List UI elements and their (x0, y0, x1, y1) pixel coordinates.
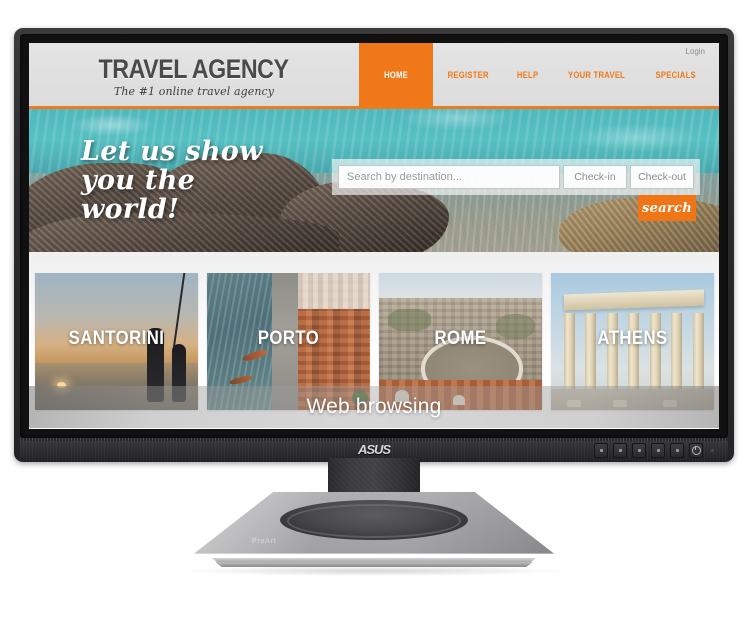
asus-logo: ASUS (357, 442, 391, 457)
destination-label-porto: PORTO (257, 328, 319, 349)
brand-tagline: The #1 online travel agency (113, 84, 275, 98)
stand-pivot-ring (287, 504, 461, 538)
search-button[interactable]: search (638, 195, 696, 221)
athens-column (692, 312, 704, 393)
athens-column (649, 312, 661, 393)
destination-label-santorini: SANTORINI (68, 328, 164, 349)
up-button[interactable] (613, 443, 627, 458)
athens-column (563, 312, 575, 393)
main-navigation: Login HOME REGISTER HELP YOUR TRAVEL SPE… (359, 43, 719, 106)
nav-item-home-label: HOME (384, 69, 408, 80)
nav-item-your-travel-label: YOUR TRAVEL (567, 69, 625, 80)
athens-colonnade (563, 312, 704, 393)
search-widget: Search by destination... Check-in Check-… (332, 159, 700, 221)
nav-item-home[interactable]: HOME (359, 43, 433, 106)
hero-headline-line2: you the world! (81, 165, 196, 226)
nav-items-group: REGISTER HELP YOUR TRAVEL SPECIALS (433, 43, 719, 106)
brand-title: TRAVEL AGENCY (98, 53, 290, 84)
close-icon (675, 449, 679, 452)
nav-item-help[interactable]: HELP (509, 43, 546, 106)
input-button[interactable] (651, 443, 665, 458)
down-icon (637, 449, 641, 452)
athens-column (585, 312, 597, 393)
hero-banner: Let us show you the world! Search by des… (29, 109, 719, 252)
screenshot-stage: TRAVEL AGENCY The #1 online travel agenc… (0, 0, 748, 618)
power-button[interactable] (689, 443, 703, 458)
up-icon (618, 449, 622, 452)
down-button[interactable] (632, 443, 646, 458)
search-input[interactable]: Search by destination... (338, 165, 560, 189)
destination-label-athens: ATHENS (596, 328, 668, 349)
nav-item-specials-label: SPECIALS (655, 69, 697, 80)
checkout-field[interactable]: Check-out (630, 165, 694, 189)
hero-headline: Let us show you the world! (81, 136, 301, 226)
web-browsing-overlay: Web browsing (29, 386, 719, 428)
power-icon (691, 446, 701, 455)
athens-column (671, 312, 683, 393)
nav-item-register[interactable]: REGISTER (438, 43, 498, 106)
close-button[interactable] (670, 443, 684, 458)
checkin-field[interactable]: Check-in (563, 165, 627, 189)
athens-column (606, 312, 618, 393)
hero-headline-line1: Let us show (81, 136, 263, 167)
destination-label-rome: ROME (434, 328, 486, 349)
floor-shadow (184, 566, 564, 576)
proart-label: ProArt (252, 538, 277, 545)
site-brand[interactable]: TRAVEL AGENCY The #1 online travel agenc… (29, 43, 359, 106)
input-icon (656, 449, 660, 452)
web-browsing-label: Web browsing (306, 395, 442, 418)
monitor-screen: TRAVEL AGENCY The #1 online travel agenc… (29, 43, 719, 429)
osd-button-group (594, 443, 714, 458)
login-link[interactable]: Login (685, 47, 705, 56)
nav-item-register-label: REGISTER (447, 69, 489, 80)
nav-item-help-label: HELP (516, 69, 539, 80)
athens-column (628, 312, 640, 393)
porto-awnings (297, 273, 370, 309)
monitor-bezel: TRAVEL AGENCY The #1 online travel agenc… (20, 34, 728, 438)
power-led-indicator (711, 449, 714, 452)
site-header: TRAVEL AGENCY The #1 online travel agenc… (29, 43, 719, 106)
menu-icon (599, 449, 603, 452)
bezel-vent-line (20, 438, 728, 441)
monitor-frame: TRAVEL AGENCY The #1 online travel agenc… (14, 28, 734, 462)
search-panel: Search by destination... Check-in Check-… (332, 159, 700, 195)
nav-item-your-travel[interactable]: YOUR TRAVEL (557, 43, 636, 106)
menu-button[interactable] (594, 443, 608, 458)
